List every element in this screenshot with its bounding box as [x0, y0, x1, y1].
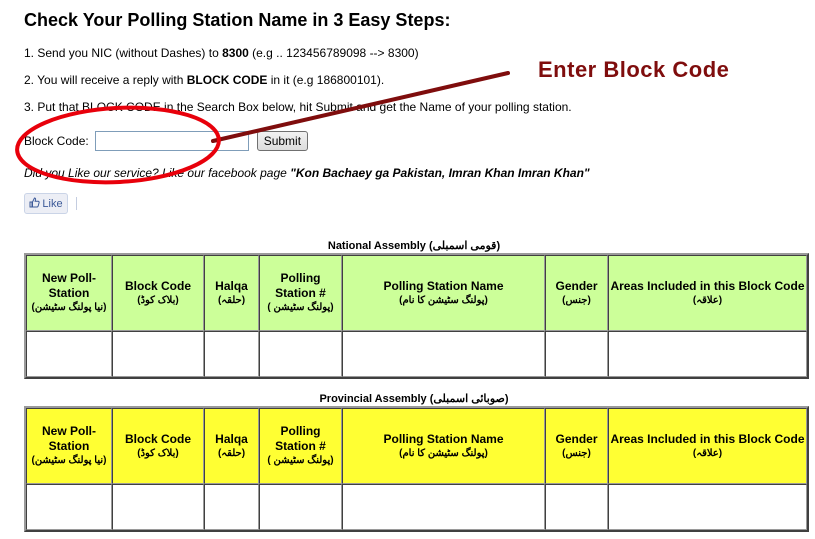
header-ur: (جنس) [562, 294, 591, 306]
cell-polling-station-name [342, 484, 545, 530]
header-en: Areas Included in this Block Code [610, 431, 805, 446]
header-en: Block Code [124, 278, 191, 293]
column-header-gender: Gender (جنس) [545, 255, 608, 331]
column-header-polling-station-number: Polling Station # ( پولنگ سٹیشن) [259, 255, 342, 331]
block-code-form: Block Code: Submit [24, 130, 309, 152]
sms-number: 8300 [222, 46, 249, 60]
like-separator [76, 197, 77, 210]
page-title: Check Your Polling Station Name in 3 Eas… [24, 10, 451, 30]
column-header-halqa: Halqa (حلقہ) [204, 408, 259, 484]
table-row [26, 331, 807, 377]
step-1-suffix: (e.g .. 123456789098 --> 8300) [248, 46, 419, 60]
thumbs-up-icon [29, 196, 41, 211]
cell-polling-station-number [259, 331, 342, 377]
column-header-areas: Areas Included in this Block Code (علاقہ) [608, 255, 807, 331]
block-code-term: BLOCK CODE [186, 73, 268, 87]
cell-block-code [112, 331, 204, 377]
table-row [26, 484, 807, 530]
header-en: Halqa [215, 431, 248, 446]
header-en: Polling Station Name [383, 278, 504, 293]
header-en: Polling Station Name [383, 431, 504, 446]
header-ur: (بلاک کوڈ) [137, 294, 179, 306]
column-header-halqa: Halqa (حلقہ) [204, 255, 259, 331]
header-ur: ( پولنگ سٹیشن) [267, 455, 334, 466]
header-en: Block Code [124, 431, 191, 446]
header-ur: (حلقہ) [217, 447, 246, 459]
column-header-new-poll-station: New Poll-Station (نیا پولنگ سٹیشن) [26, 408, 112, 484]
provincial-assembly-table: New Poll-Station (نیا پولنگ سٹیشن) Block … [24, 406, 809, 532]
step-2-suffix: in it (e.g 186800101). [267, 73, 385, 87]
header-ur: (بلاک کوڈ) [137, 447, 179, 459]
header-ur: (نیا پولنگ سٹیشن) [31, 302, 107, 313]
column-header-polling-station-number: Polling Station # ( پولنگ سٹیشن) [259, 408, 342, 484]
header-en: Gender [555, 278, 598, 293]
header-en: Areas Included in this Block Code [610, 278, 805, 293]
header-ur: (علاقہ) [692, 294, 723, 306]
facebook-page-name: "Kon Bachaey ga Pakistan, Imran Khan Imr… [290, 166, 590, 180]
facebook-prompt-text: Did you Like our service? Like our faceb… [24, 166, 291, 180]
cell-areas [608, 484, 807, 530]
national-assembly-table: New Poll-Station (نیا پولنگ سٹیشن) Block … [24, 253, 809, 379]
header-en: Polling Station # [275, 424, 326, 453]
column-header-areas: Areas Included in this Block Code (علاقہ) [608, 408, 807, 484]
facebook-prompt: Did you Like our service? Like our faceb… [24, 166, 590, 180]
annotation-label: Enter Block Code [538, 57, 730, 82]
header-ur: (نیا پولنگ سٹیشن) [31, 455, 107, 466]
provincial-assembly-caption: Provincial Assembly (صوبائی اسمبلی) [319, 393, 509, 405]
table-header-row: New Poll-Station (نیا پولنگ سٹیشن) Block … [26, 255, 807, 331]
header-en: Polling Station # [275, 271, 326, 300]
block-code-label: Block Code: [24, 134, 89, 148]
block-code-input[interactable] [94, 131, 249, 151]
step-2-text: 2. You will receive a reply with BLOCK C… [24, 73, 384, 87]
cell-new-poll-station [26, 331, 112, 377]
column-header-block-code: Block Code (بلاک کوڈ) [112, 255, 204, 331]
column-header-polling-station-name: Polling Station Name (پولنگ سٹیشن کا نام) [342, 255, 545, 331]
column-header-polling-station-name: Polling Station Name (پولنگ سٹیشن کا نام) [342, 408, 545, 484]
header-en: Gender [555, 431, 598, 446]
header-ur: (پولنگ سٹیشن کا نام) [399, 294, 488, 306]
cell-gender [545, 484, 608, 530]
step-2-prefix: 2. You will receive a reply with [24, 73, 187, 87]
step-1-prefix: 1. Send you NIC (without Dashes) to [24, 46, 223, 60]
cell-block-code [112, 484, 204, 530]
column-header-new-poll-station: New Poll-Station (نیا پولنگ سٹیشن) [26, 255, 112, 331]
header-en: New Poll-Station [41, 424, 96, 453]
header-ur: ( پولنگ سٹیشن) [267, 302, 334, 313]
national-assembly-caption: National Assembly (قومی اسمبلی) [327, 240, 501, 252]
header-en: New Poll-Station [41, 271, 96, 300]
header-ur: (علاقہ) [692, 447, 723, 459]
step-3-text: 3. Put that BLOCK CODE in the Search Box… [24, 100, 572, 114]
facebook-like-button[interactable]: Like [24, 193, 68, 214]
submit-button[interactable]: Submit [256, 131, 309, 151]
step-1-text: 1. Send you NIC (without Dashes) to 8300… [24, 46, 419, 60]
column-header-gender: Gender (جنس) [545, 408, 608, 484]
cell-polling-station-name [342, 331, 545, 377]
header-en: Halqa [215, 278, 248, 293]
cell-areas [608, 331, 807, 377]
cell-halqa [204, 484, 259, 530]
column-header-block-code: Block Code (بلاک کوڈ) [112, 408, 204, 484]
header-ur: (جنس) [562, 447, 591, 459]
cell-gender [545, 331, 608, 377]
like-label: Like [42, 197, 63, 210]
cell-new-poll-station [26, 484, 112, 530]
header-ur: (پولنگ سٹیشن کا نام) [399, 447, 488, 459]
table-header-row: New Poll-Station (نیا پولنگ سٹیشن) Block … [26, 408, 807, 484]
cell-halqa [204, 331, 259, 377]
cell-polling-station-number [259, 484, 342, 530]
header-ur: (حلقہ) [217, 294, 246, 306]
